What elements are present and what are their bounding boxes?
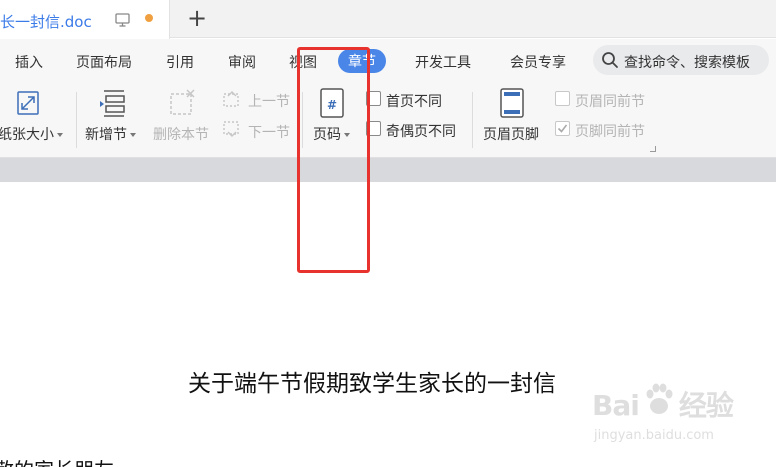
search-icon: [602, 52, 618, 68]
menu-insert[interactable]: 插入: [15, 52, 43, 72]
menu-member[interactable]: 会员专享: [510, 52, 566, 72]
delete-section-button[interactable]: 删除本节: [153, 124, 209, 144]
new-tab-plus-icon[interactable]: +: [186, 6, 208, 30]
document-tab[interactable]: 长一封信.doc: [0, 0, 170, 39]
prev-section-icon[interactable]: [222, 90, 244, 108]
header-same-as-previous-checkbox[interactable]: [555, 91, 570, 106]
watermark-url: jingyan.baidu.com: [594, 428, 714, 443]
tab-bar: 长一封信.doc +: [0, 0, 776, 39]
delete-section-icon[interactable]: [167, 88, 197, 118]
new-section-icon[interactable]: [98, 88, 128, 118]
menu-developer-tools[interactable]: 开发工具: [415, 52, 471, 72]
menu-page-layout[interactable]: 页面布局: [76, 52, 132, 72]
ribbon-separator: [472, 92, 473, 148]
document-tab-title[interactable]: 长一封信.doc: [0, 11, 92, 32]
paper-size-button[interactable]: 纸张大小: [0, 124, 63, 144]
paper-size-icon[interactable]: [14, 89, 42, 117]
ribbon-separator: [76, 92, 77, 148]
document-salutation: 敬的家长朋友: [0, 454, 114, 467]
odd-even-different-label[interactable]: 奇偶页不同: [386, 121, 456, 141]
prev-section-button[interactable]: 上一节: [248, 91, 290, 111]
header-footer-button[interactable]: 页眉页脚: [483, 124, 539, 144]
header-footer-icon[interactable]: [498, 87, 526, 119]
unsaved-dot-icon: [145, 14, 153, 22]
menu-review[interactable]: 审阅: [228, 52, 256, 72]
ruler-gap: [0, 158, 776, 182]
menu-references[interactable]: 引用: [166, 52, 194, 72]
paw-icon: [646, 383, 673, 414]
annotation-highlight-box: [297, 47, 370, 273]
dialog-launcher-icon[interactable]: [650, 146, 656, 152]
search-placeholder[interactable]: 查找命令、搜索模板: [624, 52, 750, 72]
next-section-button[interactable]: 下一节: [248, 122, 290, 142]
monitor-icon[interactable]: [114, 12, 132, 28]
first-page-different-label[interactable]: 首页不同: [386, 91, 442, 111]
header-same-as-previous-label[interactable]: 页眉同前节: [575, 91, 645, 111]
next-section-icon[interactable]: [222, 120, 244, 138]
document-heading: 关于端午节假期致学生家长的一封信: [188, 371, 556, 397]
new-section-button[interactable]: 新增节: [85, 124, 136, 144]
footer-same-as-previous-label[interactable]: 页脚同前节: [575, 121, 645, 141]
checkmark-icon: [557, 124, 568, 133]
search-box[interactable]: 查找命令、搜索模板: [593, 45, 769, 75]
watermark: Bai 经验 jingyan.baidu.com: [592, 380, 742, 455]
footer-same-as-previous-checkbox[interactable]: [555, 121, 570, 136]
